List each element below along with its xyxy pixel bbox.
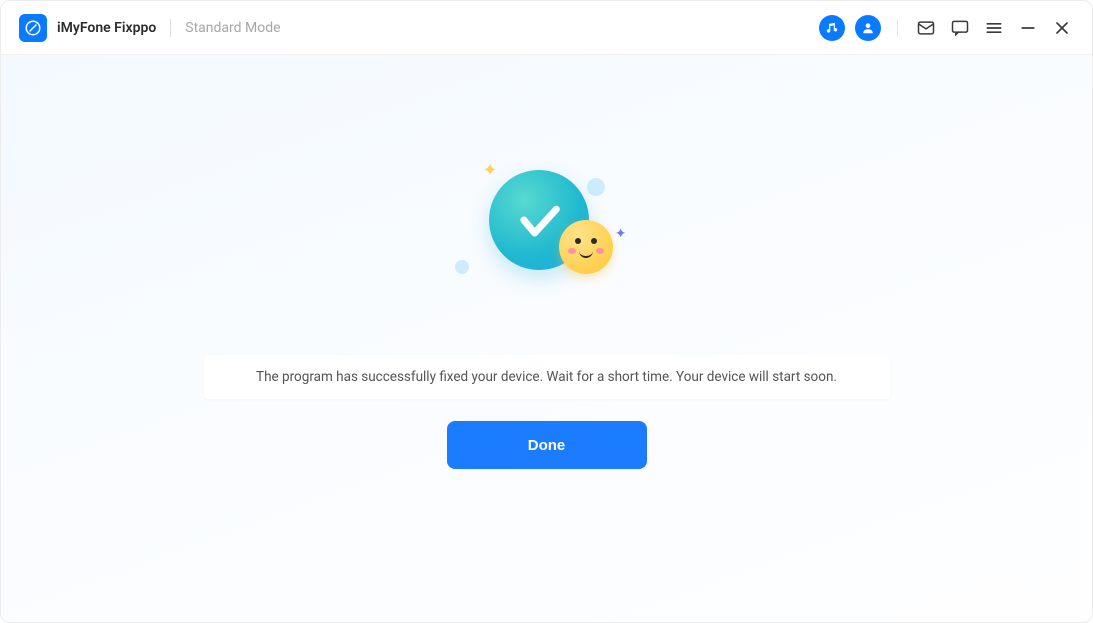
feedback-button[interactable] xyxy=(948,16,972,40)
divider xyxy=(170,19,171,37)
bubble-icon xyxy=(587,178,605,196)
main-content: ✦ ✦ The program has successfully fixed y… xyxy=(1,55,1092,622)
divider xyxy=(897,19,898,37)
app-title: iMyFone Fixppo xyxy=(57,20,156,36)
titlebar: iMyFone Fixppo Standard Mode xyxy=(1,1,1092,55)
titlebar-actions xyxy=(819,15,1074,41)
success-illustration: ✦ ✦ xyxy=(447,160,647,300)
status-message: The program has successfully fixed your … xyxy=(224,369,870,385)
bubble-icon xyxy=(455,260,469,274)
mail-button[interactable] xyxy=(914,16,938,40)
app-window: iMyFone Fixppo Standard Mode xyxy=(0,0,1093,623)
app-logo-icon xyxy=(19,14,47,42)
smiley-icon xyxy=(559,220,613,274)
sparkle-icon: ✦ xyxy=(615,226,627,242)
minimize-button[interactable] xyxy=(1016,16,1040,40)
menu-button[interactable] xyxy=(982,16,1006,40)
status-message-box: The program has successfully fixed your … xyxy=(204,355,890,399)
done-button[interactable]: Done xyxy=(447,421,647,469)
music-button[interactable] xyxy=(819,15,845,41)
mode-label: Standard Mode xyxy=(185,20,280,36)
close-button[interactable] xyxy=(1050,16,1074,40)
account-button[interactable] xyxy=(855,15,881,41)
sparkle-icon: ✦ xyxy=(483,160,498,181)
